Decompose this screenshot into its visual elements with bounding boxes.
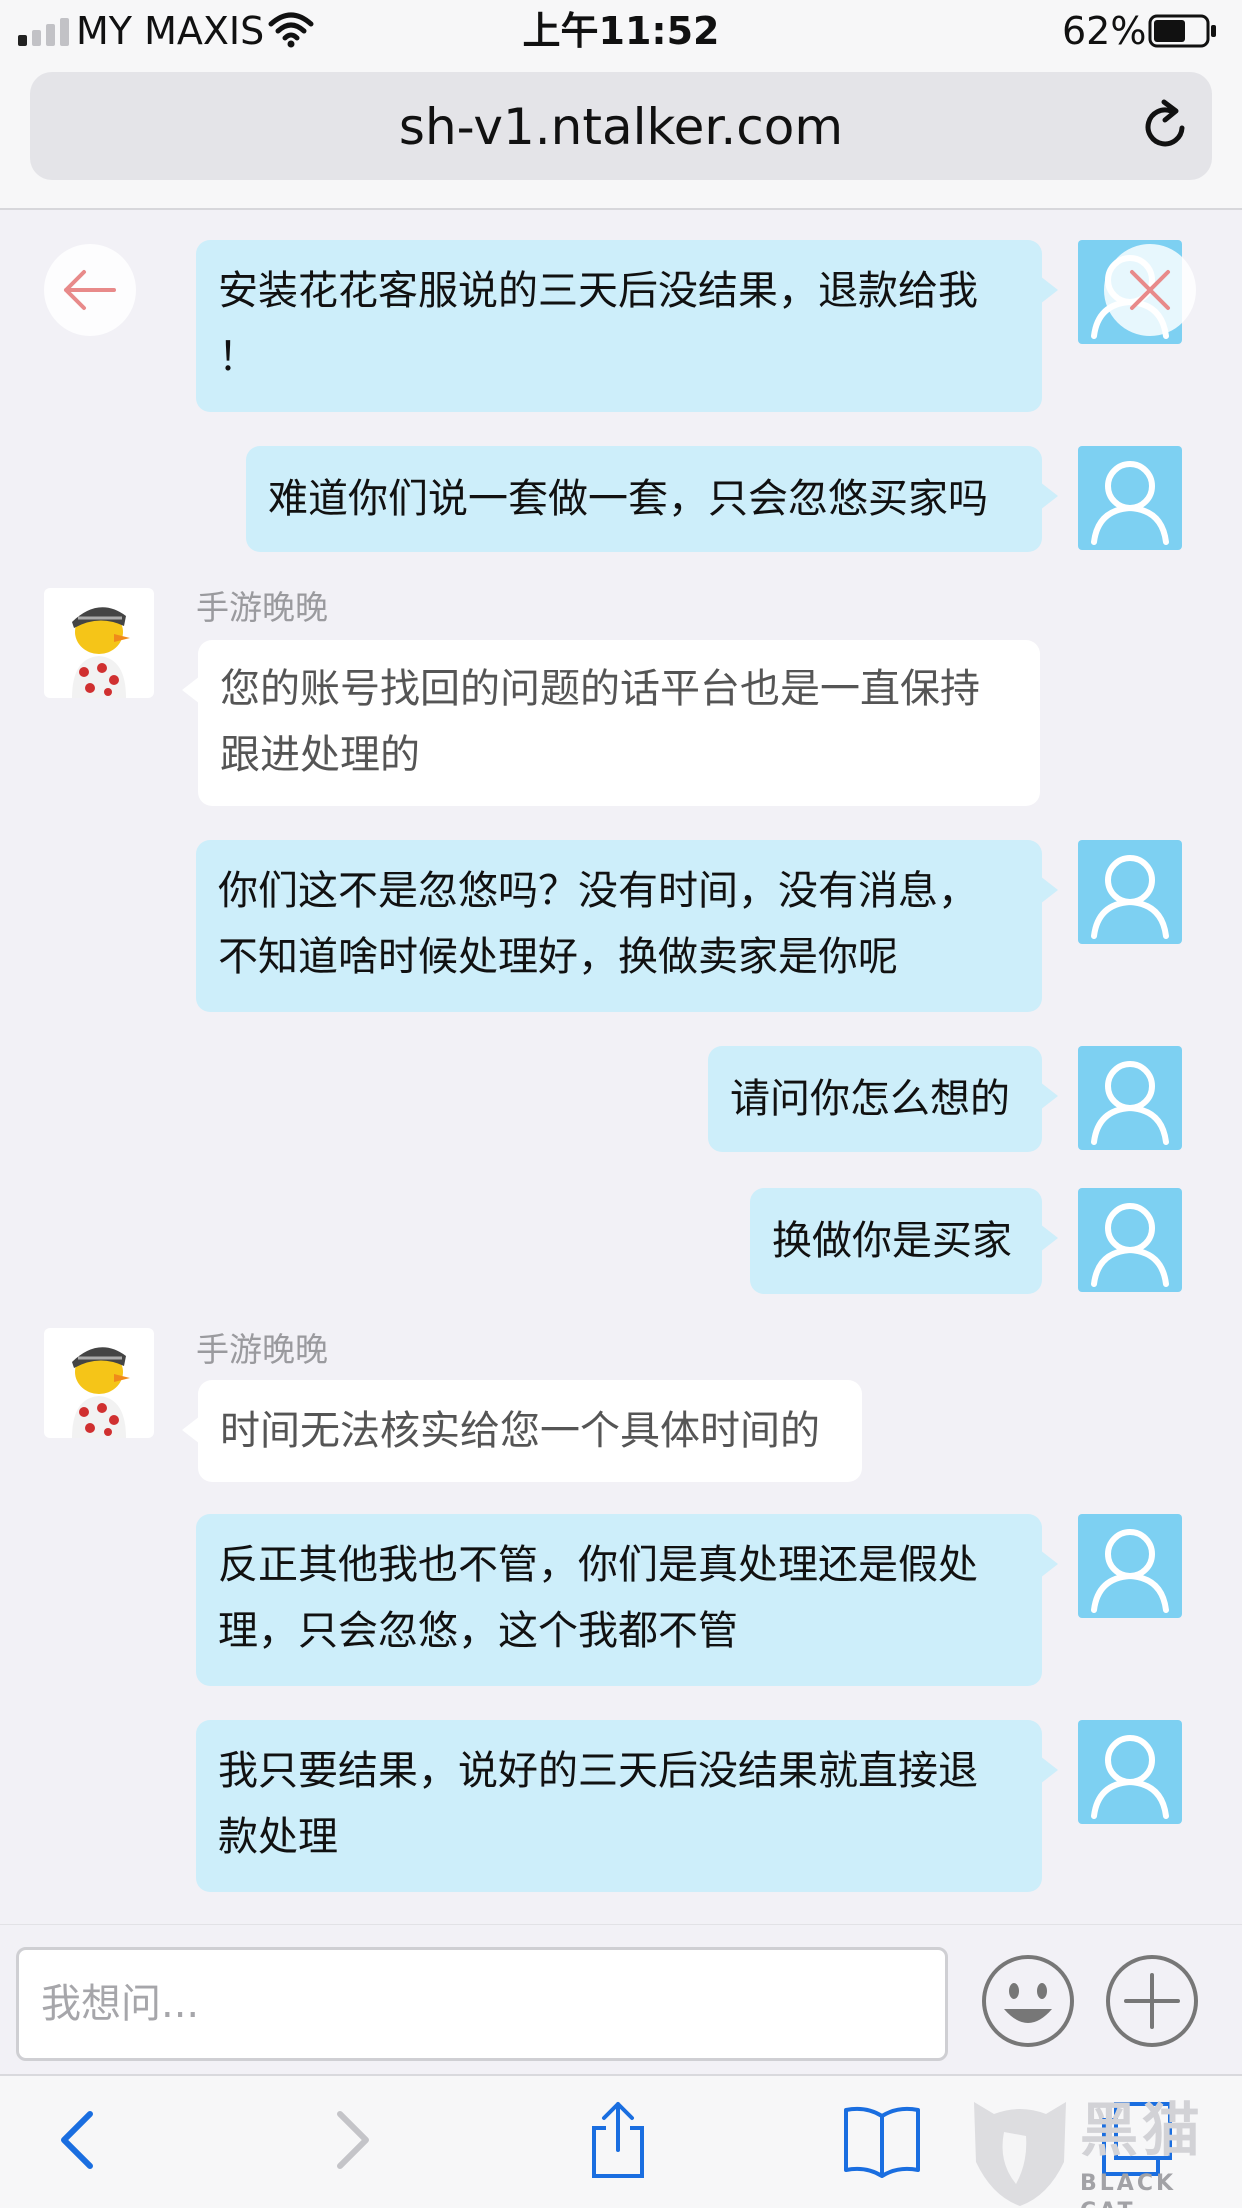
cartoon-avatar-icon [72,1347,130,1438]
user-avatar [1078,1046,1182,1150]
message-line: 难道你们说一套做一套，只会忽悠买家吗 [268,476,988,522]
url-text: sh-v1.ntalker.com [398,98,844,156]
message-line: 不知道啥时候处理好，换做卖家是你呢 [218,934,898,980]
back-button[interactable] [44,244,136,336]
user-avatar [1078,1514,1182,1618]
close-button[interactable] [1104,244,1196,336]
message-bubble: 换做你是买家 [750,1188,1058,1294]
message-bubble: 安装花花客服说的三天后没结果，退款给我 ！ [196,240,1058,412]
message-line: 安装花花客服说的三天后没结果，退款给我 [218,268,978,314]
message-line: 我只要结果，说好的三天后没结果就直接退 [218,1748,978,1794]
agent-avatar [44,588,154,698]
arrow-left-icon [64,270,116,310]
agent-avatar [44,1328,154,1438]
message-bubble: 时间无法核实给您一个具体时间的 [182,1380,862,1482]
chevron-left-icon[interactable] [38,2100,118,2180]
user-avatar [1078,1188,1182,1292]
message-bubble: 难道你们说一套做一套，只会忽悠买家吗 [246,446,1058,552]
message-line: 请问你怎么想的 [730,1076,1010,1122]
close-x-icon [1130,270,1170,310]
battery-percentage: 62% [1062,9,1147,53]
user-avatar [1078,446,1182,550]
message-bubble: 您的账号找回的问题的话平台也是一直保持 跟进处理的 [182,640,1040,806]
watermark-logo: 黑猫 BLACK CAT [968,2092,1242,2208]
message-input[interactable] [16,1947,948,2061]
composer-bar [0,1924,1242,2074]
person-outline-icon [1091,1203,1169,1287]
message-line: 款处理 [218,1814,338,1860]
watermark-title: 黑猫 [1080,2096,1205,2164]
person-outline-icon [1091,1061,1169,1145]
share-icon[interactable] [578,2100,658,2180]
battery-icon [1148,14,1216,48]
book-icon[interactable] [842,2100,922,2180]
message-line: 你们这不是忽悠吗？没有时间，没有消息， [218,868,978,914]
message-bubble: 反正其他我也不管，你们是真处理还是假处 理，只会忽悠，这个我都不管 [196,1514,1058,1686]
message-line: ！ [218,334,258,380]
cartoon-avatar-icon [72,607,130,698]
reload-icon[interactable] [1138,98,1194,154]
person-outline-icon [1091,855,1169,939]
message-line: 理，只会忽悠，这个我都不管 [218,1608,738,1654]
message-line: 反正其他我也不管，你们是真处理还是假处 [218,1542,978,1588]
message-line: 时间无法核实给您一个具体时间的 [220,1408,820,1454]
chevron-right-icon[interactable] [312,2100,392,2180]
message-bubble: 你们这不是忽悠吗？没有时间，没有消息， 不知道啥时候处理好，换做卖家是你呢 [196,840,1058,1012]
smiley-face-icon[interactable] [980,1953,1076,2049]
black-cat-shield-logo [974,2102,1066,2206]
user-avatar [1078,1720,1182,1824]
person-outline-icon [1091,1735,1169,1819]
plus-circle-icon[interactable] [1104,1953,1200,2049]
agent-name: 手游晚晚 [196,1330,328,1369]
person-outline-icon [1091,1529,1169,1613]
agent-name: 手游晚晚 [196,588,328,627]
person-outline-icon [1091,461,1169,545]
message-bubble: 请问你怎么想的 [708,1046,1058,1152]
message-line: 您的账号找回的问题的话平台也是一直保持 [220,666,980,712]
message-line: 换做你是买家 [772,1218,1012,1264]
address-bar[interactable]: sh-v1.ntalker.com [30,72,1212,180]
watermark-subtitle: BLACK CAT [1080,2171,1177,2208]
message-bubble: 我只要结果，说好的三天后没结果就直接退 款处理 [196,1720,1058,1892]
user-avatar [1078,840,1182,944]
status-bar: MY MAXIS 上午11:52 62% [0,0,1242,62]
clock: 上午11:52 [522,9,720,53]
message-line: 跟进处理的 [220,732,420,778]
